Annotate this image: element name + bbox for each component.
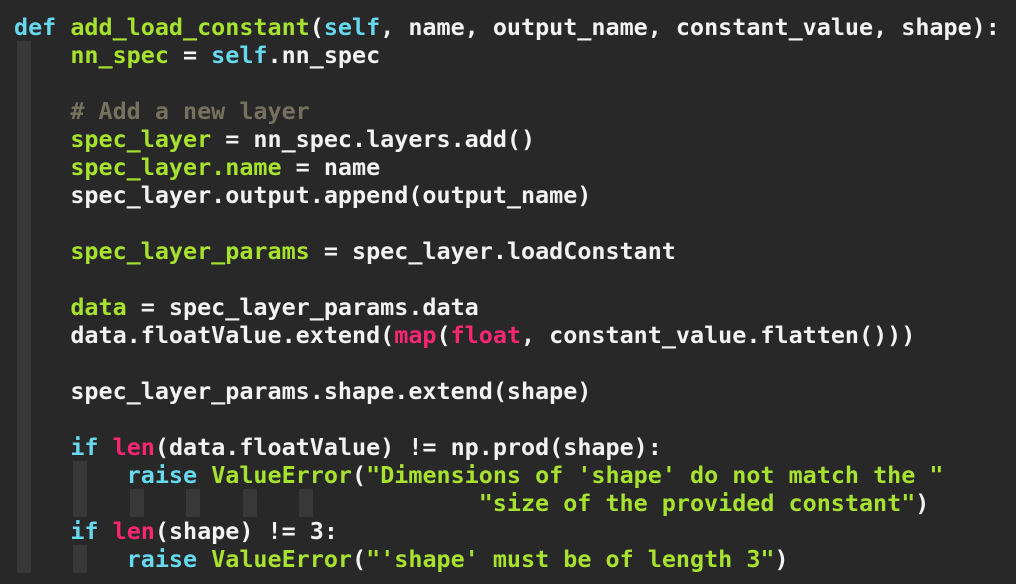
code-line: if len(shape) != 3: <box>14 517 338 545</box>
code-token: = nn_spec.layers.add() <box>211 125 536 153</box>
code-token: "Dimensions of 'shape' do not match the … <box>366 461 944 489</box>
code-token: ( <box>309 13 324 41</box>
code-token: self <box>211 41 268 69</box>
code-token: ( <box>352 545 367 573</box>
code-line: data.floatValue.extend(map(float, consta… <box>14 321 915 349</box>
code-line: "size of the provided constant") <box>14 489 930 517</box>
code-token: ValueError <box>211 545 353 573</box>
code-token: ( <box>352 461 367 489</box>
code-token: def <box>14 13 57 41</box>
code-line: raise ValueError("'shape' must be of len… <box>14 545 789 573</box>
code-token: ) <box>915 489 930 517</box>
code-token: nn_spec <box>70 41 169 69</box>
code-token: = spec_layer_params.data <box>126 293 479 321</box>
code-token: if <box>70 433 99 461</box>
code-token: if <box>70 517 99 545</box>
code-token: map <box>394 321 437 349</box>
code-token: (shape) != 3: <box>154 517 338 545</box>
code-token: "size of the provided constant" <box>478 489 916 517</box>
code-token: spec_layer.output.append(output_name) <box>70 181 592 209</box>
code-token: len <box>112 433 155 461</box>
code-line: if len(data.floatValue) != np.prod(shape… <box>14 433 662 461</box>
code-line: # Add a new layer <box>14 97 310 125</box>
code-token: data.floatValue.extend( <box>70 321 395 349</box>
code-line: spec_layer_params = spec_layer.loadConst… <box>14 237 676 265</box>
code-token: spec_layer_params <box>70 237 310 265</box>
code-line: nn_spec = self.nn_spec <box>14 41 380 69</box>
code-line: spec_layer.name = name <box>14 153 380 181</box>
code-token: float <box>450 321 522 349</box>
indent-guide <box>17 265 31 293</box>
code-token: (data.floatValue) != np.prod(shape): <box>154 433 662 461</box>
code-token: ) <box>774 545 789 573</box>
code-token: .nn_spec <box>267 41 381 69</box>
code-token: add_load_constant <box>70 13 310 41</box>
indent-guide <box>17 349 31 377</box>
code-editor[interactable]: def add_load_constant(self, name, output… <box>0 0 1016 584</box>
code-token: , name, output_name, constant_value, sha… <box>380 13 1000 41</box>
code-token: = <box>168 41 212 69</box>
code-line: data = spec_layer_params.data <box>14 293 479 321</box>
code-token: spec_layer.name <box>70 153 282 181</box>
code-line: spec_layer = nn_spec.layers.add() <box>14 125 535 153</box>
code-token: raise <box>126 545 198 573</box>
code-token: raise <box>126 461 198 489</box>
indent-guide <box>17 405 31 433</box>
code-token: data <box>70 293 127 321</box>
code-token: ( <box>436 321 451 349</box>
indent-guide <box>17 209 31 237</box>
code-token: self <box>323 13 381 41</box>
code-token: "'shape' must be of length 3" <box>366 545 775 573</box>
code-token: len <box>112 517 155 545</box>
code-line: def add_load_constant(self, name, output… <box>14 13 1000 41</box>
code-line: spec_layer.output.append(output_name) <box>14 181 591 209</box>
code-line: raise ValueError("Dimensions of 'shape' … <box>14 461 944 489</box>
code-token: , constant_value.flatten())) <box>521 321 916 349</box>
code-token: = name <box>281 153 381 181</box>
indent-guide <box>17 69 31 97</box>
code-line: spec_layer_params.shape.extend(shape) <box>14 377 591 405</box>
code-token: ValueError <box>211 461 353 489</box>
code-token: spec_layer <box>70 125 212 153</box>
code-token: # Add a new layer <box>70 97 310 125</box>
code-token: = spec_layer.loadConstant <box>309 237 676 265</box>
code-token: spec_layer_params.shape.extend(shape) <box>70 377 592 405</box>
